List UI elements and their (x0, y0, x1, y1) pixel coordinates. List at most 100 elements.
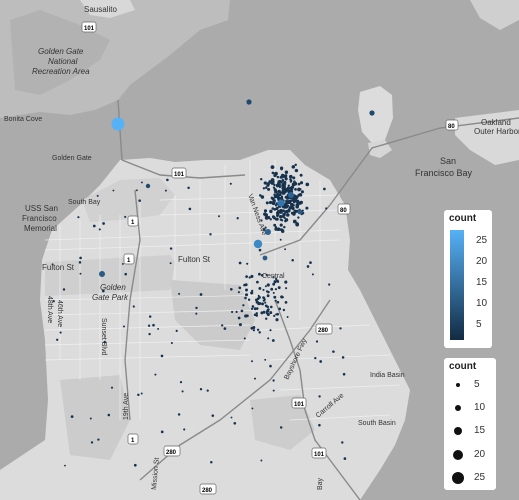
incident-point (166, 178, 169, 182)
shield-80-b: 80 (337, 203, 351, 215)
incident-point (135, 189, 138, 192)
incident-point (285, 187, 289, 192)
size-tick-5: 5 (474, 379, 480, 390)
incident-point (339, 327, 342, 330)
incident-point (292, 200, 296, 204)
label-india-basin: India Basin (370, 372, 405, 379)
incident-point (281, 187, 284, 190)
incident-point (294, 163, 297, 167)
map-frame[interactable]: Sausalito Golden Gate National Recreatio… (0, 0, 519, 500)
incident-point (318, 395, 321, 398)
incident-point (280, 229, 285, 234)
incident-point (293, 197, 298, 202)
label-bay: Bay (317, 477, 324, 490)
incident-point (343, 457, 347, 460)
incident-point (286, 316, 289, 318)
incident-point (229, 182, 232, 185)
incident-point (299, 181, 304, 185)
size-tick-15: 15 (474, 425, 486, 436)
incident-point (258, 331, 261, 334)
incident-point (265, 312, 268, 315)
incident-point (274, 190, 277, 194)
incident-point (257, 294, 260, 297)
incident-point (175, 329, 178, 332)
color-tick-5: 5 (476, 319, 482, 330)
incident-point (278, 307, 282, 311)
incident-point (273, 223, 277, 227)
color-tick-25: 25 (476, 235, 488, 246)
incident-point (238, 286, 242, 290)
incident-point (278, 190, 282, 194)
incident-point (110, 386, 114, 389)
label-19th-ave: 19th Ave (123, 393, 130, 420)
incident-point (269, 218, 272, 221)
incident-point (292, 176, 296, 180)
incident-point (62, 288, 66, 291)
incident-point (250, 291, 254, 295)
incident-point-large (111, 117, 125, 131)
incident-point (199, 388, 203, 391)
incident-point (287, 184, 290, 187)
incident-point (248, 276, 251, 279)
size-key-25 (452, 472, 464, 484)
color-tick-20: 20 (476, 256, 488, 267)
incident-point (221, 324, 224, 327)
incident-point (112, 189, 115, 192)
incident-point (267, 308, 270, 311)
label-south-basin: South Basin (358, 420, 396, 427)
incident-point (265, 201, 269, 205)
incident-point (291, 188, 294, 191)
incident-point (282, 308, 286, 312)
incident-point (233, 421, 237, 425)
incident-point (160, 430, 164, 434)
incident-point (262, 288, 265, 291)
incident-point (96, 194, 99, 197)
shield-101-d: 101 (311, 447, 327, 459)
incident-point (328, 283, 331, 286)
incident-point (272, 379, 275, 382)
size-tick-20: 20 (474, 449, 486, 460)
label-46th-ave: 46th Ave (56, 300, 63, 327)
incident-point (269, 329, 272, 332)
incident-point (238, 261, 242, 265)
label-uss-sf-2: Francisco (22, 214, 57, 223)
incident-point (231, 310, 234, 314)
incident-point (293, 180, 296, 183)
shield-101-a: 101 (81, 21, 97, 33)
label-uss-sf-1: USS San (25, 204, 58, 213)
incident-point (98, 228, 101, 231)
incident-point (264, 358, 267, 361)
incident-point (272, 216, 276, 220)
incident-point (270, 165, 275, 169)
incident-point (271, 171, 275, 175)
color-tick-15: 15 (476, 277, 488, 288)
incident-point (169, 247, 173, 250)
incident-point (276, 175, 280, 179)
incident-point (250, 307, 254, 311)
color-legend: count 25 20 15 10 5 (444, 210, 492, 348)
incident-point (250, 326, 254, 330)
incident-point (265, 317, 268, 320)
incident-point (305, 206, 309, 210)
incident-point (279, 426, 283, 429)
incident-point (264, 186, 268, 189)
incident-point-large (253, 239, 263, 249)
size-tick-10: 10 (474, 402, 486, 413)
incident-point (70, 415, 74, 418)
incident-point (267, 310, 270, 313)
incident-point (272, 282, 276, 286)
incident-point (250, 360, 254, 363)
incident-point (102, 222, 105, 225)
size-legend-title: count (449, 361, 477, 372)
incident-point (276, 300, 280, 304)
incident-point (262, 187, 266, 190)
incident-point (79, 256, 82, 260)
incident-point (263, 298, 266, 301)
svg-text:280: 280 (318, 328, 329, 334)
label-ggnra-3: Recreation Area (32, 67, 90, 76)
incident-point (164, 189, 167, 192)
svg-text:101: 101 (294, 402, 305, 408)
size-key-15 (454, 427, 462, 435)
incident-point (279, 210, 282, 213)
svg-text:80: 80 (340, 208, 347, 214)
